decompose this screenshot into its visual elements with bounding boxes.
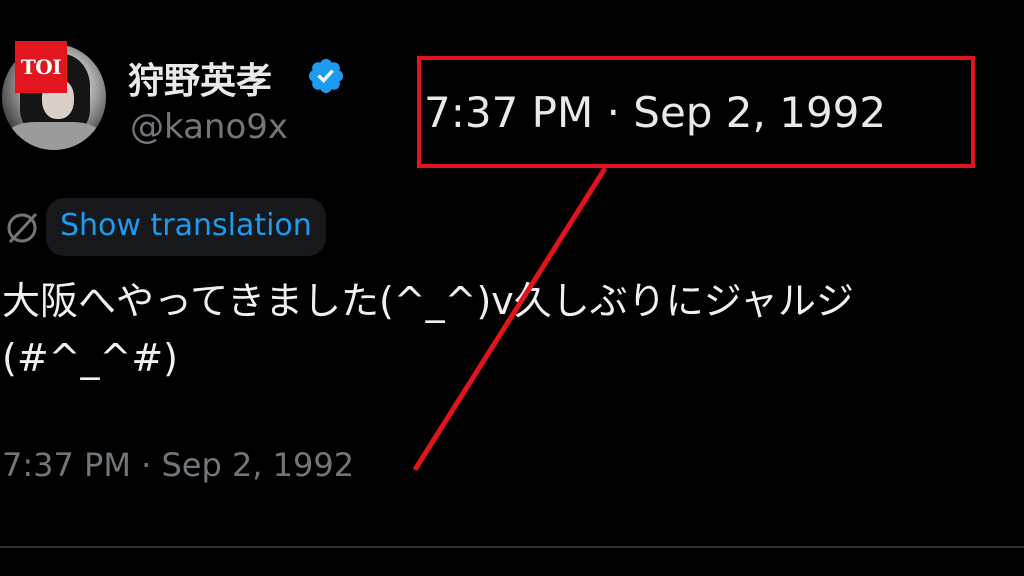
author-display-name[interactable]: 狩野英孝: [128, 52, 272, 104]
author-handle[interactable]: @kano9x: [130, 107, 288, 147]
tweet-timestamp[interactable]: 7:37 PM · Sep 2, 1992: [2, 446, 354, 484]
avatar-shirt: [8, 122, 100, 150]
tweet-text-line-2: (#^_^#): [2, 336, 179, 380]
verified-badge-icon: [308, 58, 344, 94]
show-translation-button[interactable]: Show translation: [46, 198, 326, 256]
tweet-text-line-1: 大阪へやってきました(^_^)v久しぶりにジャルジ: [2, 279, 854, 323]
annotation-highlight-text: 7:37 PM · Sep 2, 1992: [424, 88, 887, 137]
translate-icon: [7, 212, 38, 244]
toi-logo: TOI: [15, 41, 67, 93]
divider: [0, 546, 1024, 548]
